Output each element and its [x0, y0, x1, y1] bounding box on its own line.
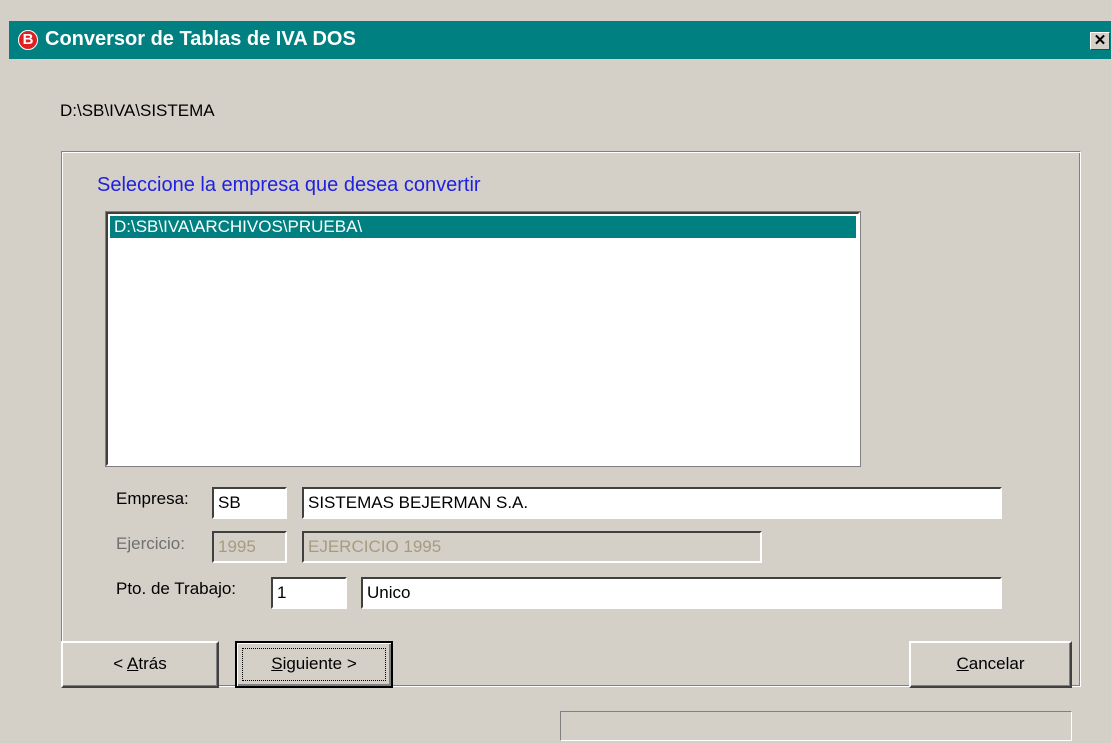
ejercicio-code-input: 1995: [212, 531, 287, 563]
empresa-code-input[interactable]: SB: [212, 487, 287, 519]
dialog-body: D:\SB\IVA\SISTEMA Seleccione la empresa …: [9, 59, 1111, 743]
empresa-name-input[interactable]: SISTEMAS BEJERMAN S.A.: [302, 487, 1002, 519]
next-button-label: Siguiente >: [271, 654, 357, 673]
window-title: Conversor de Tablas de IVA DOS: [45, 28, 356, 50]
pto-trabajo-label: Pto. de Trabajo:: [116, 579, 237, 598]
ejercicio-name-input: EJERCICIO 1995: [302, 531, 762, 563]
title-bar[interactable]: B Conversor de Tablas de IVA DOS ✕: [9, 21, 1111, 59]
company-listbox[interactable]: D:\SB\IVA\ARCHIVOS\PRUEBA\: [105, 211, 861, 467]
app-logo-icon[interactable]: B: [18, 30, 38, 50]
next-button[interactable]: Siguiente >: [235, 641, 393, 688]
system-path-label: D:\SB\IVA\SISTEMA: [60, 101, 215, 120]
back-button[interactable]: < Atrás: [61, 641, 219, 688]
back-button-label: < Atrás: [113, 654, 167, 673]
cancel-button[interactable]: Cancelar: [909, 641, 1072, 688]
empresa-label: Empresa:: [116, 489, 189, 508]
cancel-button-label: Cancelar: [956, 654, 1025, 673]
window: B Conversor de Tablas de IVA DOS ✕ D:\SB…: [0, 0, 1111, 743]
list-item[interactable]: D:\SB\IVA\ARCHIVOS\PRUEBA\: [110, 216, 856, 238]
pto-trabajo-name-input[interactable]: Unico: [361, 577, 1002, 609]
status-bar-panel: [560, 711, 1072, 741]
ejercicio-label: Ejercicio:: [116, 534, 185, 553]
selection-prompt: Seleccione la empresa que desea converti…: [97, 174, 481, 196]
pto-trabajo-code-input[interactable]: 1: [271, 577, 347, 609]
close-icon[interactable]: ✕: [1090, 32, 1110, 50]
